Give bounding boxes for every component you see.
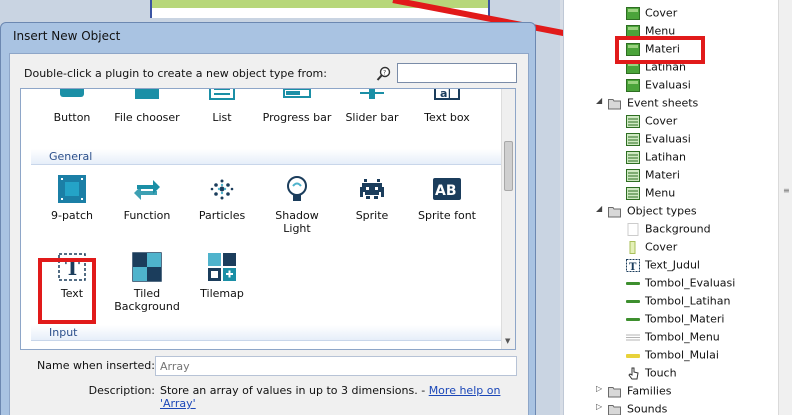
blank-object-icon	[627, 222, 639, 236]
function-icon	[134, 180, 160, 200]
svg-text:a|: a|	[440, 88, 451, 100]
scroll-down-arrow-icon[interactable]: ▼	[505, 337, 510, 345]
expander-families-icon[interactable]: ▷	[596, 384, 602, 393]
text-object-icon: T	[626, 258, 640, 272]
folder-icon	[608, 386, 621, 397]
event-sheet-icon	[626, 150, 640, 164]
tree-eventsheet-cover[interactable]: Cover	[626, 114, 677, 132]
plugin-item-button[interactable]: Button	[37, 89, 107, 124]
shadow-light-icon	[287, 176, 307, 201]
plugin-item-tiled-background[interactable]: Tiled Background	[112, 251, 182, 313]
group-header-general: General	[31, 149, 509, 165]
layout-icon	[626, 78, 640, 92]
tree-object-cover[interactable]: Cover	[626, 240, 677, 258]
plugin-item-text-box[interactable]: a| Text box	[412, 88, 482, 124]
svg-text:?: ?	[383, 70, 386, 77]
button-sprite-icon	[626, 317, 640, 321]
plugin-item-sprite-font[interactable]: AB Sprite font	[412, 173, 482, 222]
progress-bar-icon	[283, 89, 311, 98]
folder-icon	[608, 404, 621, 415]
folder-open-icon	[608, 98, 621, 109]
list-icon	[209, 89, 235, 100]
tree-object-tombol-latihan[interactable]: Tombol_Latihan	[626, 294, 731, 312]
event-sheet-icon	[626, 186, 640, 200]
name-when-inserted-input[interactable]	[155, 356, 517, 376]
tree-layout-evaluasi[interactable]: Evaluasi	[626, 78, 691, 96]
plugin-item-slider-bar[interactable]: Slider bar	[337, 89, 407, 124]
plugin-list-scrollbar[interactable]: ▼	[501, 89, 515, 349]
expander-object-types-icon[interactable]: ◢	[596, 204, 602, 213]
tree-object-text-judul[interactable]: T Text_Judul	[626, 258, 700, 276]
tree-object-tombol-materi[interactable]: Tombol_Materi	[626, 312, 724, 330]
plugin-item-file-chooser[interactable]: File chooser	[112, 89, 182, 124]
scrollbar-thumb[interactable]	[504, 141, 513, 191]
expander-sounds-icon[interactable]: ▷	[596, 402, 602, 411]
tree-scrollbar[interactable]: ≡	[778, 0, 792, 415]
button-icon	[60, 89, 84, 97]
project-tree-panel: Cover Menu Materi Latihan Evaluasi Event…	[563, 0, 792, 415]
event-sheet-icon	[626, 114, 640, 128]
nine-patch-icon	[58, 175, 86, 203]
tree-folder-object-types[interactable]: Object types	[608, 204, 697, 222]
tree-folder-families[interactable]: Families	[608, 384, 671, 402]
button-sprite-icon	[626, 299, 640, 303]
file-chooser-icon	[135, 89, 159, 99]
plugin-item-tilemap[interactable]: Tilemap	[187, 251, 257, 300]
plugin-description: Store an array of values in up to 3 dime…	[160, 384, 501, 410]
scrollbar-grip-icon[interactable]: ≡	[783, 186, 790, 195]
dialog-title: Insert New Object	[13, 29, 121, 43]
text-box-icon: a|	[434, 88, 460, 100]
event-sheet-icon	[626, 132, 640, 146]
tree-folder-sounds[interactable]: Sounds	[608, 402, 667, 415]
expander-event-sheets-icon[interactable]: ◢	[596, 96, 602, 105]
plugin-item-progress-bar[interactable]: Progress bar	[262, 89, 332, 124]
plugin-item-9-patch[interactable]: 9-patch	[37, 173, 107, 222]
slider-bar-icon	[360, 89, 384, 99]
tree-object-tombol-mulai[interactable]: Tombol_Mulai	[626, 348, 719, 366]
plugin-item-function[interactable]: Function	[112, 173, 182, 222]
insert-object-dialog: Insert New Object Double-click a plugin …	[0, 22, 536, 415]
dialog-prompt: Double-click a plugin to create a new ob…	[24, 67, 327, 80]
tilemap-icon	[208, 253, 236, 281]
plugin-item-sprite[interactable]: Sprite	[337, 173, 407, 222]
sprite-font-icon: AB	[433, 178, 461, 200]
button-sprite-icon	[626, 334, 640, 340]
dialog-body: Double-click a plugin to create a new ob…	[9, 53, 529, 415]
event-sheet-icon	[626, 168, 640, 182]
tree-folder-event-sheets[interactable]: Event sheets	[608, 96, 698, 114]
highlight-box-materi-layout	[615, 36, 705, 64]
plugin-search-input[interactable]	[397, 63, 517, 83]
tree-eventsheet-materi[interactable]: Materi	[626, 168, 680, 186]
particles-icon	[210, 179, 234, 200]
svg-text:AB: AB	[435, 183, 457, 199]
touch-icon	[628, 367, 639, 379]
button-sprite-icon	[626, 281, 640, 285]
button-sprite-icon	[626, 353, 640, 358]
folder-open-icon	[608, 206, 621, 217]
tiled-background-icon	[132, 252, 162, 282]
sprite-thumbnail-icon	[629, 240, 636, 254]
tree-object-background[interactable]: Background	[626, 222, 711, 240]
plugin-item-shadow-light[interactable]: Shadow Light	[262, 173, 332, 235]
group-header-input: Input	[31, 325, 509, 341]
tree-layout-cover[interactable]: Cover	[626, 6, 677, 24]
tree-object-touch[interactable]: Touch	[626, 366, 677, 384]
tree-eventsheet-menu[interactable]: Menu	[626, 186, 675, 204]
sprite-icon	[360, 179, 384, 199]
tree-object-tombol-evaluasi[interactable]: Tombol_Evaluasi	[626, 276, 735, 294]
highlight-box-text-plugin	[38, 258, 96, 324]
plugin-item-list[interactable]: List	[187, 89, 257, 124]
plugin-item-particles[interactable]: Particles	[187, 173, 257, 222]
tree-eventsheet-latihan[interactable]: Latihan	[626, 150, 686, 168]
search-icon: ?	[376, 66, 391, 81]
svg-text:T: T	[629, 262, 637, 272]
layout-icon	[626, 6, 640, 20]
tree-object-tombol-menu[interactable]: Tombol_Menu	[626, 330, 720, 348]
tree-eventsheet-evaluasi[interactable]: Evaluasi	[626, 132, 691, 150]
